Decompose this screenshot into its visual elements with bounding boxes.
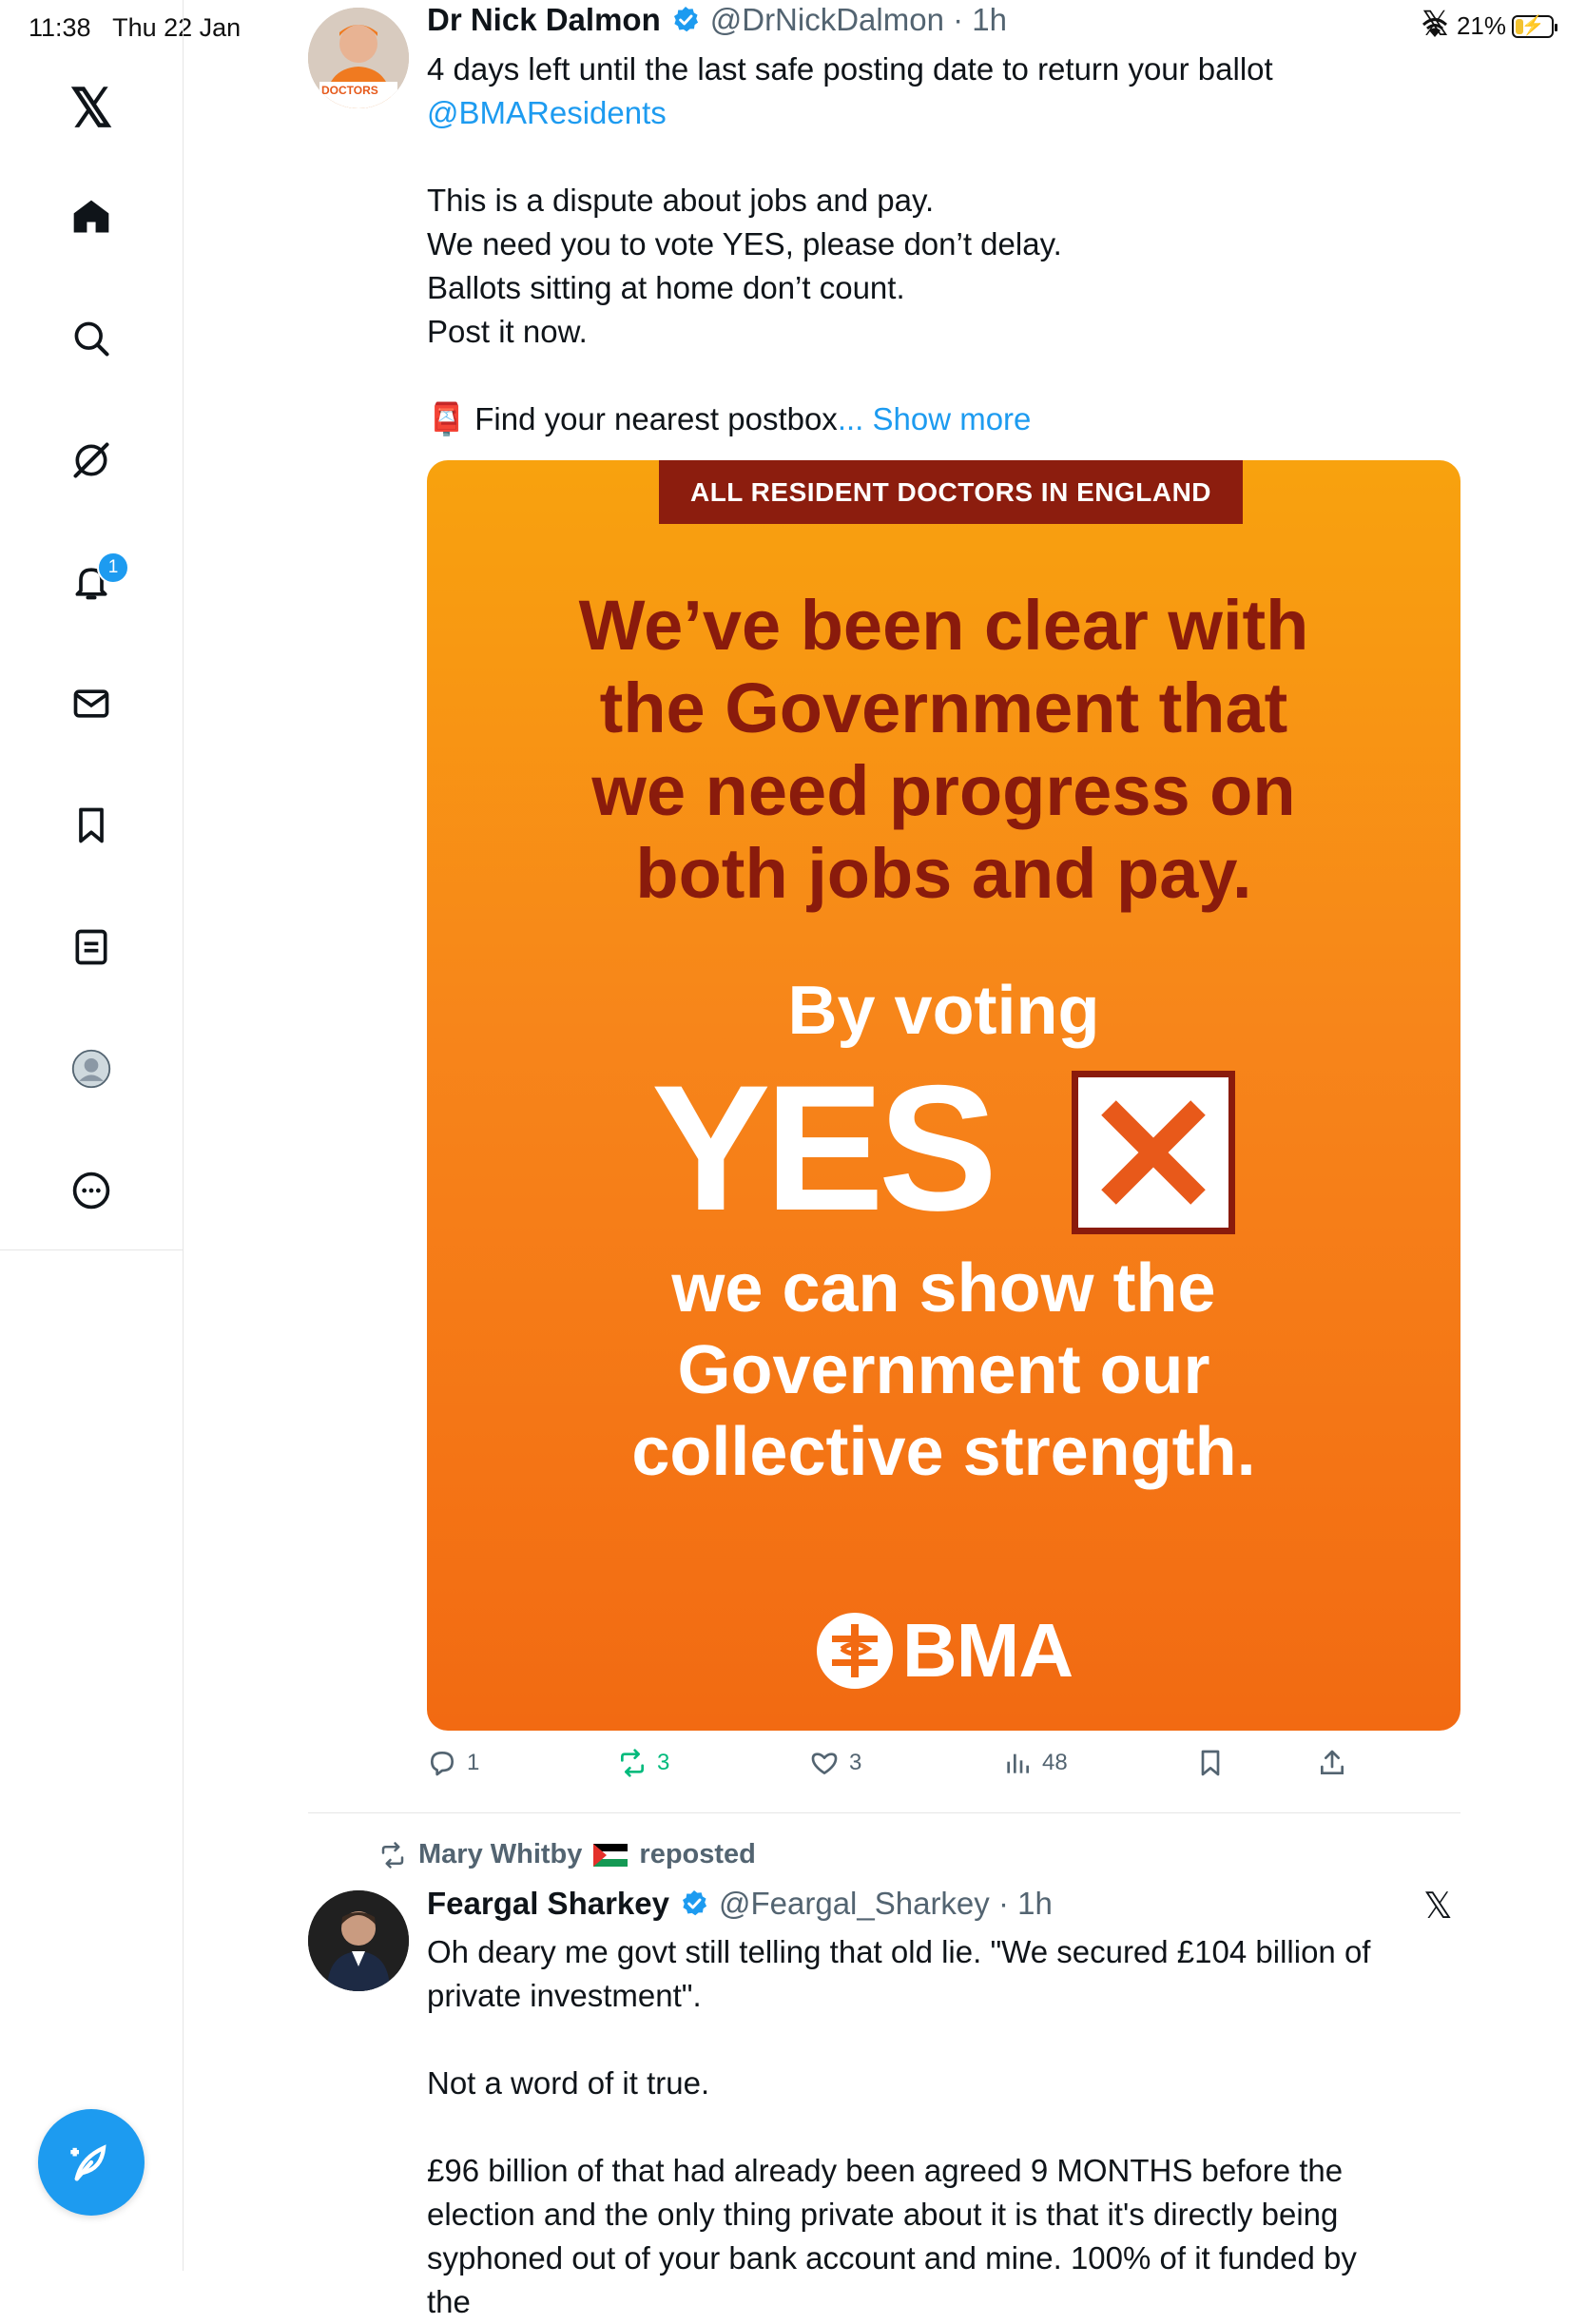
tweet1-para4: Post it now. xyxy=(427,314,588,349)
avatar-dr-nick-dalmon[interactable]: DOCTORS xyxy=(308,8,409,108)
show-more-link[interactable]: Show more xyxy=(873,401,1032,436)
bookmark-icon xyxy=(1201,1750,1220,1776)
battery-percent: 21% xyxy=(1456,11,1506,40)
avatar-icon xyxy=(71,1049,111,1089)
tweet2-author-line: Feargal Sharkey @Feargal_Sharkey · 1h xyxy=(427,1886,1053,1922)
avatar-image xyxy=(308,1890,409,1991)
sidebar-item-profile[interactable] xyxy=(63,1040,120,1097)
postbox-emoji: 📮 xyxy=(427,401,467,436)
x-logo-icon: 𝕏 xyxy=(69,78,113,138)
repost-icon xyxy=(621,1749,644,1777)
poster-yes: YES xyxy=(651,1048,997,1248)
postbox-text: Find your nearest postbox xyxy=(474,401,838,436)
list-icon xyxy=(75,929,107,965)
more-circle-icon xyxy=(72,1172,110,1210)
views-button[interactable]: 48 xyxy=(1002,1748,1068,1778)
reposter-name[interactable]: Mary Whitby xyxy=(418,1839,582,1870)
poster-by-voting: By voting xyxy=(787,973,1100,1049)
tweet1-text: 4 days left until the last safe posting … xyxy=(427,48,1454,441)
bookmark-button[interactable] xyxy=(1195,1748,1226,1778)
bookmark-icon xyxy=(79,807,104,843)
battery-icon: ⚡ xyxy=(1512,14,1557,38)
heart-icon xyxy=(811,1753,838,1774)
sidebar-item-bookmarks[interactable] xyxy=(63,797,120,854)
palestine-flag-icon xyxy=(593,1843,629,1867)
share-icon xyxy=(1321,1750,1344,1774)
tweet1-author-line: Dr Nick Dalmon @DrNickDalmon · 1h xyxy=(427,2,1007,38)
notification-badge: 1 xyxy=(97,552,129,584)
x-logo-icon: 𝕏 xyxy=(1423,1887,1453,1927)
views-count: 48 xyxy=(1042,1750,1068,1775)
share-button[interactable] xyxy=(1317,1748,1347,1778)
reply-count: 1 xyxy=(467,1750,480,1775)
avatar-sign-text: DOCTORS xyxy=(321,84,378,97)
bma-logo-text: BMA xyxy=(901,1608,1073,1693)
repost-icon xyxy=(381,1841,404,1869)
sidebar-item-grok[interactable] xyxy=(63,432,120,489)
envelope-icon xyxy=(73,689,109,718)
mention-link[interactable]: @BMAResidents xyxy=(427,95,667,130)
bma-emblem-icon xyxy=(816,1613,893,1689)
sidebar-item-explore[interactable] xyxy=(63,310,120,367)
tweet1-para3: Ballots sitting at home don’t count. xyxy=(427,270,905,305)
wifi-icon xyxy=(1422,17,1447,37)
verified-badge-icon xyxy=(673,7,698,32)
sidebar-divider xyxy=(0,1249,183,1250)
sidebar-item-messages[interactable] xyxy=(63,675,120,732)
bma-logo: BMA xyxy=(427,1607,1460,1695)
reply-button[interactable]: 1 xyxy=(427,1748,479,1778)
tweet2-para1: Not a word of it true. xyxy=(427,2065,710,2101)
sidebar-item-home[interactable] xyxy=(63,188,120,245)
compose-feather-icon xyxy=(70,2144,106,2181)
author-name[interactable]: Feargal Sharkey xyxy=(427,1886,669,1922)
status-indicators: 21% ⚡ xyxy=(1419,11,1557,41)
tweet1-para2: We need you to vote YES, please don’t de… xyxy=(427,226,1062,261)
avatar-feargal-sharkey[interactable] xyxy=(308,1890,409,1991)
tweet1-action-bar: 1 3 3 48 xyxy=(427,1748,1378,1786)
x-logo-button[interactable]: 𝕏 xyxy=(63,78,120,138)
sidebar: 𝕏 1 xyxy=(0,0,184,2271)
ballot-cross-icon xyxy=(1072,1071,1235,1234)
like-button[interactable]: 3 xyxy=(809,1748,861,1778)
poster-headline: We’ve been clear with the Government tha… xyxy=(578,586,1309,913)
author-handle-time: @Feargal_Sharkey · 1h xyxy=(718,1886,1053,1921)
sidebar-item-more[interactable] xyxy=(63,1162,120,1219)
views-chart-icon xyxy=(1007,1753,1029,1773)
grok-icon xyxy=(73,442,109,478)
tweet-separator xyxy=(308,1812,1460,1813)
reposted-label: reposted xyxy=(639,1839,756,1869)
sidebar-item-lists[interactable] xyxy=(63,919,120,976)
ellipsis: ... xyxy=(837,401,864,436)
tweet1-para1: This is a dispute about jobs and pay. xyxy=(427,183,935,218)
reply-icon xyxy=(431,1752,454,1776)
compose-button[interactable] xyxy=(38,2109,145,2216)
tweet1-line1: 4 days left until the last safe posting … xyxy=(427,51,1273,87)
author-handle-time: @DrNickDalmon · 1h xyxy=(709,2,1007,37)
search-icon xyxy=(74,321,109,357)
home-icon xyxy=(73,200,109,233)
tweet1-image[interactable]: ALL RESIDENT DOCTORS IN ENGLAND We’ve be… xyxy=(427,460,1460,1731)
like-count: 3 xyxy=(849,1750,862,1775)
poster-bottom-text: we can show the Government our collectiv… xyxy=(631,1250,1256,1490)
repost-count: 3 xyxy=(657,1750,670,1775)
tweet2-para2: £96 billion of that had already been agr… xyxy=(427,2153,1357,2319)
poster-banner: ALL RESIDENT DOCTORS IN ENGLAND xyxy=(659,460,1243,524)
author-name[interactable]: Dr Nick Dalmon xyxy=(427,2,661,38)
repost-notice[interactable]: Mary Whitby reposted xyxy=(378,1839,756,1870)
sidebar-item-notifications[interactable]: 1 xyxy=(63,552,129,610)
tweet2-line1: Oh deary me govt still telling that old … xyxy=(427,1934,1371,2013)
repost-button[interactable]: 3 xyxy=(617,1748,669,1778)
verified-badge-icon xyxy=(682,1890,707,1916)
tweet2-text: Oh deary me govt still telling that old … xyxy=(427,1930,1397,2324)
